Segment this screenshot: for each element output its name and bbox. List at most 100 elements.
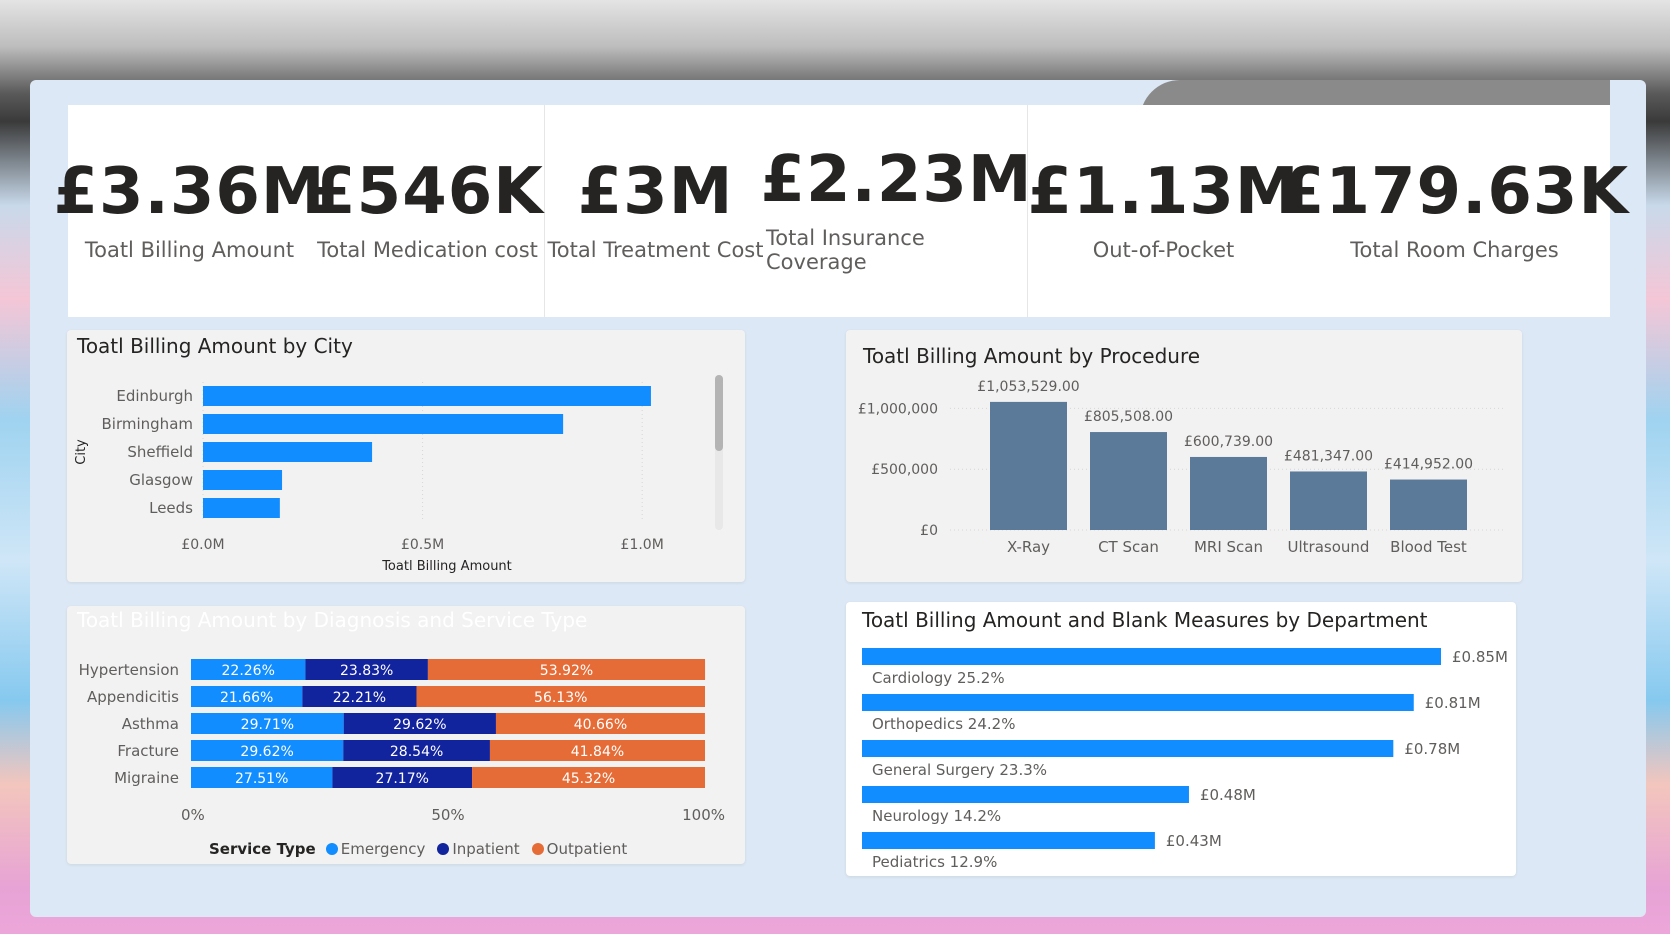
procedure-chart-card[interactable]: Toatl Billing Amount by Procedure £0 £500…	[846, 330, 1522, 582]
diagnosis-chart-card[interactable]: Toatl Billing Amount by Diagnosis and Se…	[67, 606, 745, 864]
y-tick-label: £1,000,000	[858, 401, 938, 417]
kpi-group-out-of-pocket: £1.13M Out-of-Pocket £179.63K Total Room…	[1027, 105, 1628, 317]
data-label: 56.13%	[534, 690, 587, 706]
column-mri-scan[interactable]	[1190, 456, 1267, 530]
category-label: CT Scan	[1098, 538, 1159, 556]
kpi-label: Total Medication cost	[317, 238, 538, 262]
data-label: 29.71%	[241, 717, 294, 733]
kpi-value: £1.13M	[1027, 155, 1300, 229]
x-tick-label: 50%	[431, 806, 464, 824]
bar-department[interactable]	[862, 740, 1394, 757]
kpi-out-of-pocket[interactable]: £1.13M Out-of-Pocket	[1027, 105, 1300, 317]
column-blood-test[interactable]	[1390, 479, 1467, 530]
kpi-label: Toatl Billing Amount	[84, 238, 295, 262]
city-chart-card[interactable]: Toatl Billing Amount by City £0.0M £0.5M £…	[67, 330, 745, 582]
kpi-room-charges[interactable]: £179.63K Total Room Charges	[1280, 105, 1628, 317]
x-tick-label: £1.0M	[621, 537, 664, 553]
category-label: Blood Test	[1390, 538, 1467, 556]
kpi-value: £546K	[311, 155, 544, 229]
bar-department[interactable]	[862, 648, 1441, 665]
category-label: Pediatrics 12.9%	[872, 853, 997, 871]
data-label: 21.66%	[220, 690, 273, 706]
x-tick-label: £0.5M	[401, 537, 444, 553]
y-tick-label: £500,000	[871, 462, 938, 478]
category-label: Appendicitis	[87, 688, 179, 706]
kpi-medication-cost[interactable]: £546K Total Medication cost	[311, 105, 544, 317]
data-label: £600,739.00	[1184, 434, 1273, 450]
legend-dot-icon	[531, 843, 544, 855]
kpi-group-treatment: £3M Total Treatment Cost £2.23M Total In…	[545, 105, 1032, 317]
legend-title: Service Type	[209, 840, 316, 858]
kpi-insurance-coverage[interactable]: £2.23M Total Insurance Coverage	[760, 105, 1031, 317]
data-label: £0.48M	[1200, 786, 1256, 804]
data-label: 45.32%	[562, 771, 615, 787]
category-label: Ultrasound	[1288, 538, 1370, 556]
kpi-strip: £3.36M Toatl Billing Amount £546K Total …	[53, 105, 1628, 317]
category-label: Orthopedics 24.2%	[872, 715, 1015, 733]
legend-label: Emergency	[340, 840, 426, 858]
data-label: 22.26%	[222, 663, 275, 679]
kpi-total-billing[interactable]: £3.36M Toatl Billing Amount	[53, 105, 324, 317]
city-chart-scroll-thumb[interactable]	[715, 375, 723, 451]
department-bar-chart: £0.85M Cardiology 25.2% £0.81M Orthopedics …	[862, 648, 1508, 871]
y-tick-label: £0	[920, 523, 938, 539]
y-axis-title: City	[74, 439, 89, 465]
city-bar-chart: £0.0M £0.5M £1.0M Edinburgh Birmingham Sheffi…	[74, 382, 664, 574]
data-label: £0.85M	[1452, 648, 1508, 666]
legend-item-inpatient[interactable]: Inpatient	[437, 840, 520, 858]
bar-department[interactable]	[862, 786, 1189, 803]
data-label: 53.92%	[540, 663, 593, 679]
bar-leeds[interactable]	[203, 498, 280, 518]
bar-department[interactable]	[862, 832, 1155, 849]
bar-glasgow[interactable]	[203, 470, 283, 490]
data-label: £414,952.00	[1384, 457, 1473, 473]
category-label: Glasgow	[129, 471, 193, 489]
category-label: Birmingham	[102, 415, 193, 433]
x-axis-title: Toatl Billing Amount	[381, 559, 512, 574]
data-label: 28.54%	[390, 744, 443, 760]
column-ct-scan[interactable]	[1090, 432, 1167, 530]
data-label: 23.83%	[340, 663, 393, 679]
category-label: Leeds	[149, 499, 193, 517]
service-type-legend: Service Type Emergency Inpatient Outpati…	[209, 840, 633, 858]
data-label: 41.84%	[571, 744, 624, 760]
column-x-ray[interactable]	[990, 401, 1067, 530]
kpi-label: Out-of-Pocket	[1092, 238, 1235, 262]
data-label: £0.43M	[1166, 832, 1222, 850]
department-chart-card[interactable]: Toatl Billing Amount and Blank Measures …	[846, 602, 1516, 876]
legend-item-outpatient[interactable]: Outpatient	[531, 840, 628, 858]
bar-birmingham[interactable]	[203, 414, 564, 434]
data-label: 27.17%	[376, 771, 429, 787]
bar-edinburgh[interactable]	[203, 386, 651, 406]
kpi-value: £3M	[577, 155, 734, 229]
category-label: Neurology 14.2%	[872, 807, 1001, 825]
data-label: £805,508.00	[1084, 409, 1173, 425]
legend-label: Outpatient	[546, 840, 628, 858]
category-label: Edinburgh	[116, 387, 193, 405]
x-tick-label: £0.0M	[181, 537, 224, 553]
bar-department[interactable]	[862, 694, 1414, 711]
data-label: £0.81M	[1425, 694, 1481, 712]
kpi-label: Total Treatment Cost	[547, 238, 764, 262]
data-label: £1,053,529.00	[977, 379, 1079, 395]
category-label: Fracture	[117, 742, 179, 760]
category-label: Hypertension	[79, 661, 179, 679]
column-ultrasound[interactable]	[1290, 471, 1367, 530]
category-label: Migraine	[114, 769, 179, 787]
kpi-label: Total Insurance Coverage	[766, 226, 925, 274]
kpi-value: £2.23M	[760, 143, 1033, 217]
category-label: Cardiology 25.2%	[872, 669, 1005, 687]
data-label: 40.66%	[574, 717, 627, 733]
x-tick-label: 100%	[682, 806, 725, 824]
data-label: 22.21%	[333, 690, 386, 706]
category-label: X-Ray	[1007, 538, 1050, 556]
category-label: Sheffield	[127, 443, 193, 461]
bar-sheffield[interactable]	[203, 442, 373, 462]
kpi-value: £3.36M	[53, 155, 326, 229]
kpi-group-billing: £3.36M Toatl Billing Amount £546K Total …	[53, 105, 545, 317]
kpi-treatment-cost[interactable]: £3M Total Treatment Cost	[545, 105, 766, 317]
data-label: 29.62%	[393, 717, 446, 733]
category-label: General Surgery 23.3%	[872, 761, 1047, 779]
legend-dot-icon	[325, 843, 338, 855]
legend-item-emergency[interactable]: Emergency	[325, 840, 426, 858]
